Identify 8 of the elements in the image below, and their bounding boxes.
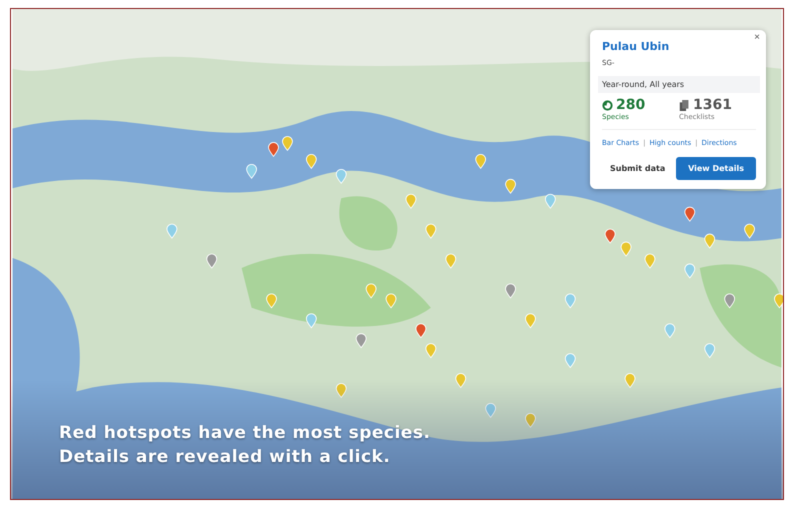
stat-value: 280	[616, 97, 646, 113]
caption-text: Red hotspots have the most species.	[59, 423, 430, 443]
view-details-button[interactable]: View Details	[676, 157, 756, 180]
checklist-icon	[679, 100, 690, 110]
caption-text: Details are revealed with a click.	[59, 447, 392, 467]
stat-value: 1361	[693, 97, 732, 113]
species-icon	[602, 100, 613, 110]
period-label: Year-round, All years	[598, 76, 760, 93]
